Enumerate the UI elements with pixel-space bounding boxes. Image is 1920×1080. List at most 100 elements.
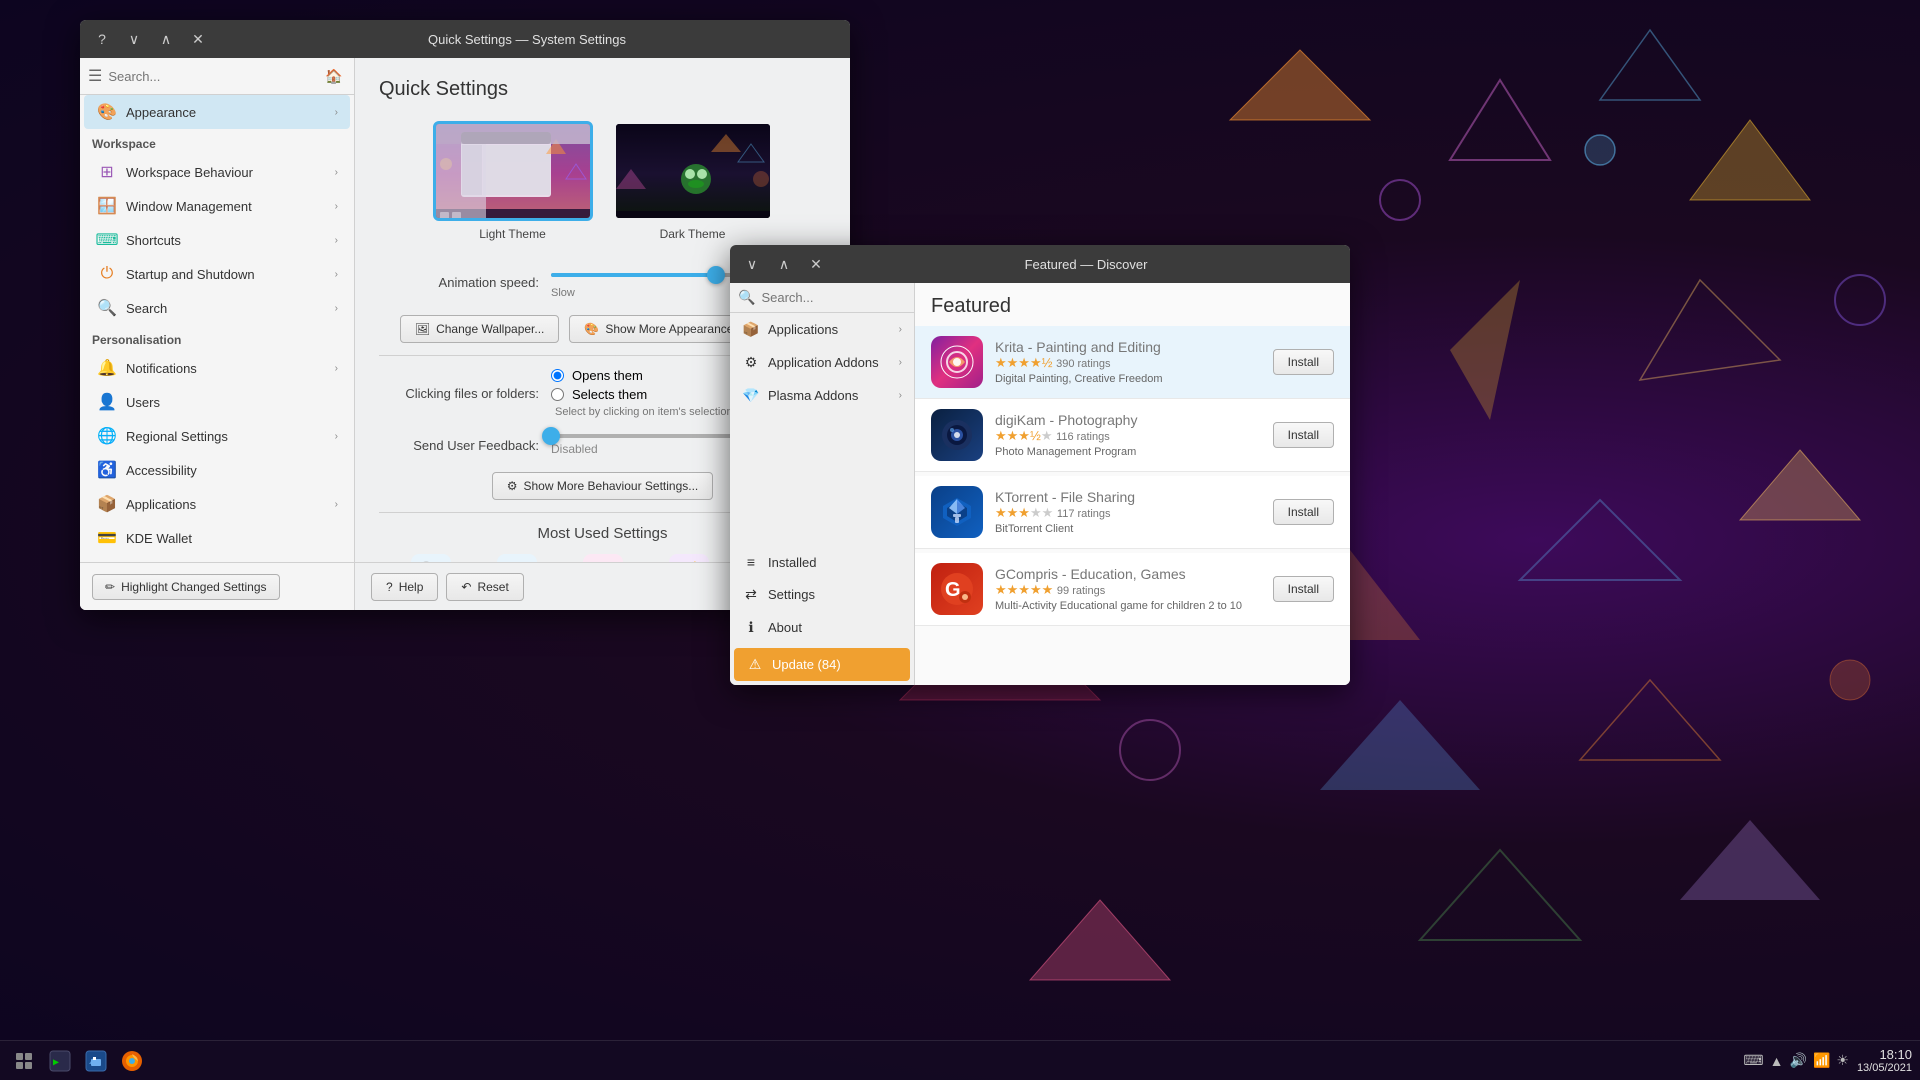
- tray-audio-icon[interactable]: 🔊: [1790, 1052, 1807, 1069]
- applications-nav-icon: 📦: [742, 321, 760, 338]
- light-theme-option[interactable]: Light Theme: [433, 121, 593, 241]
- krita-stars: ★★★★½ 390 ratings: [995, 355, 1261, 371]
- change-wallpaper-button[interactable]: 🖼 Change Wallpaper...: [400, 315, 560, 343]
- opens-them-radio[interactable]: [551, 369, 564, 382]
- sidebar-item-accessibility[interactable]: ♿ Accessibility: [84, 453, 350, 487]
- sidebar-item-appearance[interactable]: 🎨 Appearance ›: [84, 95, 350, 129]
- feedback-slider-thumb[interactable]: [542, 427, 560, 445]
- sidebar-item-search[interactable]: 🔍 Search ›: [84, 291, 350, 325]
- gcompris-install-button[interactable]: Install: [1273, 576, 1334, 602]
- dark-theme-preview[interactable]: [613, 121, 773, 221]
- digikam-icon: [931, 409, 983, 461]
- show-behaviour-settings-button[interactable]: ⚙ Show More Behaviour Settings...: [492, 472, 714, 500]
- discover-close-btn[interactable]: ✕: [802, 250, 830, 278]
- taskbar-firefox[interactable]: [116, 1045, 148, 1077]
- highlight-changed-settings-button[interactable]: ✏ Highlight Changed Settings: [92, 574, 280, 600]
- notifications-arrow: ›: [335, 363, 338, 374]
- regional-settings-arrow: ›: [335, 431, 338, 442]
- settings-window-title: Quick Settings — System Settings: [212, 32, 842, 47]
- search-icon: 🔍: [96, 297, 118, 319]
- tray-network-icon[interactable]: 📶: [1813, 1052, 1830, 1069]
- discover-search-input[interactable]: [761, 290, 937, 305]
- sidebar-item-workspace-behaviour[interactable]: ⊞ Workspace Behaviour ›: [84, 155, 350, 189]
- hamburger-icon[interactable]: ☰: [88, 66, 102, 86]
- applications-icon: 📦: [96, 493, 118, 515]
- home-button[interactable]: 🏠: [322, 64, 346, 88]
- discover-nav-update[interactable]: ⚠ Update (84): [734, 648, 910, 681]
- sidebar-search-label: Search: [126, 301, 327, 316]
- gcompris-subtitle: - Education, Games: [1062, 566, 1186, 582]
- tray-keyboard-icon[interactable]: ⌨: [1743, 1052, 1763, 1069]
- settings-help-btn[interactable]: ?: [88, 25, 116, 53]
- help-icon: ?: [386, 580, 393, 594]
- users-icon: 👤: [96, 391, 118, 413]
- tray-up-icon[interactable]: ▲: [1770, 1053, 1784, 1069]
- settings-minimize-btn[interactable]: ∨: [120, 25, 148, 53]
- discover-nav-settings[interactable]: ⇄ Settings: [730, 578, 914, 611]
- help-button[interactable]: ? Help: [371, 573, 438, 601]
- accessibility-icon: ♿: [96, 459, 118, 481]
- sidebar-item-window-management[interactable]: 🪟 Window Management ›: [84, 189, 350, 223]
- taskbar-dolphin[interactable]: [80, 1045, 112, 1077]
- sidebar-footer: ✏ Highlight Changed Settings: [80, 562, 355, 610]
- discover-nav-plasma-addons[interactable]: 💎 Plasma Addons ›: [730, 379, 914, 412]
- discover-titlebar: ∨ ∧ ✕ Featured — Discover: [730, 245, 1350, 283]
- sidebar-item-regional-settings[interactable]: 🌐 Regional Settings ›: [84, 419, 350, 453]
- sidebar-item-notifications[interactable]: 🔔 Notifications ›: [84, 351, 350, 385]
- dark-theme-option[interactable]: Dark Theme: [613, 121, 773, 241]
- light-theme-preview[interactable]: [433, 121, 593, 221]
- discover-nav-app-addons[interactable]: ⚙ Application Addons ›: [730, 346, 914, 379]
- taskbar-show-desktop[interactable]: [8, 1045, 40, 1077]
- sidebar-item-shortcuts[interactable]: ⌨ Shortcuts ›: [84, 223, 350, 257]
- ktorrent-subtitle: - File Sharing: [1052, 489, 1135, 505]
- sidebar-regional-settings-label: Regional Settings: [126, 429, 327, 444]
- sidebar-item-users[interactable]: 👤 Users: [84, 385, 350, 419]
- discover-maximize-btn[interactable]: ∧: [770, 250, 798, 278]
- discover-search-bar[interactable]: 🔍 🏠: [730, 283, 914, 313]
- discover-nav-applications[interactable]: 📦 Applications ›: [730, 313, 914, 346]
- search-input[interactable]: [108, 69, 316, 84]
- discover-installed-label: Installed: [768, 555, 816, 570]
- krita-install-button[interactable]: Install: [1273, 349, 1334, 375]
- ktorrent-description: BitTorrent Client: [995, 523, 1261, 535]
- taskbar-konsole[interactable]: ▶: [44, 1045, 76, 1077]
- sidebar-item-applications[interactable]: 📦 Applications ›: [84, 487, 350, 521]
- sidebar-item-startup-shutdown[interactable]: ⏻ Startup and Shutdown ›: [84, 257, 350, 291]
- reset-button[interactable]: ↶ Reset: [446, 573, 523, 601]
- discover-sidebar: 🔍 🏠 📦 Applications › ⚙ Application Addon…: [730, 283, 915, 685]
- kde-wallet-icon: 💳: [96, 527, 118, 549]
- settings-search-bar[interactable]: ☰ 🏠: [80, 58, 354, 95]
- selects-them-radio[interactable]: [551, 388, 564, 401]
- behaviour-icon: ⚙: [507, 479, 518, 493]
- discover-minimize-btn[interactable]: ∨: [738, 250, 766, 278]
- clock-time: 18:10: [1857, 1047, 1912, 1062]
- settings-maximize-btn[interactable]: ∧: [152, 25, 180, 53]
- discover-nav-installed[interactable]: ≡ Installed: [730, 546, 914, 578]
- clock[interactable]: 18:10 13/05/2021: [1857, 1047, 1912, 1074]
- gcompris-stars: ★★★★★ 99 ratings: [995, 582, 1261, 598]
- plasma-addons-icon: 💎: [742, 387, 760, 404]
- app-card-ktorrent: KTorrent - File Sharing ★★★★★ 117 rating…: [915, 476, 1350, 549]
- selects-them-label: Selects them: [572, 387, 647, 402]
- settings-close-btn[interactable]: ✕: [184, 25, 212, 53]
- ktorrent-stars: ★★★★★ 117 ratings: [995, 505, 1261, 521]
- sidebar-item-kde-wallet[interactable]: 💳 KDE Wallet: [84, 521, 350, 555]
- discover-plasma-addons-label: Plasma Addons: [768, 388, 858, 403]
- tray-brightness-icon[interactable]: ☀: [1836, 1052, 1849, 1069]
- wallpaper-icon: 🖼: [415, 322, 430, 336]
- animation-speed-label: Animation speed:: [379, 275, 539, 290]
- startup-shutdown-arrow: ›: [335, 269, 338, 280]
- digikam-install-button[interactable]: Install: [1273, 422, 1334, 448]
- animation-slow-label: Slow: [551, 287, 575, 299]
- discover-nav-about[interactable]: ℹ About: [730, 611, 914, 644]
- sidebar-appearance-label: Appearance: [126, 105, 327, 120]
- workspace-behaviour-icon: ⊞: [96, 161, 118, 183]
- light-theme-image: [436, 124, 590, 218]
- ktorrent-install-button[interactable]: Install: [1273, 499, 1334, 525]
- krita-icon: [931, 336, 983, 388]
- taskbar-right: ⌨ ▲ 🔊 📶 ☀ 18:10 13/05/2021: [1743, 1047, 1912, 1074]
- plasma-addons-arrow: ›: [899, 390, 902, 401]
- shortcuts-arrow: ›: [335, 235, 338, 246]
- animation-slider-thumb[interactable]: [707, 266, 725, 284]
- discover-settings-label: Settings: [768, 587, 815, 602]
